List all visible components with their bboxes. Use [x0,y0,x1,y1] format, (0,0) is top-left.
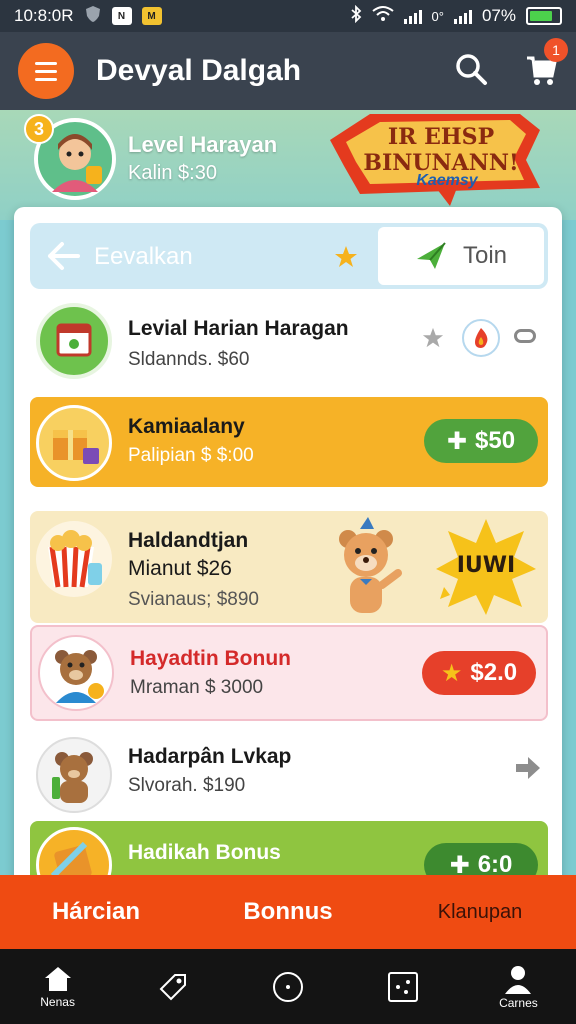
nav-home[interactable]: Nenas [0,949,115,1024]
price-label: $2.0 [470,659,518,686]
data-icon: 0° [431,8,444,24]
item-subtitle: Sldannds. $60 [128,349,250,370]
nav-dice[interactable] [346,949,461,1024]
star-icon[interactable] [334,245,358,274]
item-title: Hadarpân Lvkap [128,745,292,768]
nav-label: Nenas [40,994,75,1009]
calendar-icon [36,303,112,379]
star-icon: ★ [440,659,463,687]
search-label: Eevalkan [94,243,193,270]
join-label: Toin [462,242,508,269]
price-label: $50 [475,427,516,454]
list-item[interactable]: Levial Harian Haragan Sldannds. $60 [30,293,548,393]
tab-bonnus[interactable]: Bonnus [192,898,384,926]
list-item[interactable]: Hayadtin Bonun Mraman $ 3000 ★ $2.0 [30,625,548,721]
bluetooth-icon [350,4,362,28]
status-bar: 10:8:0R N M 0° 07% [0,0,576,32]
level-title: Level Harayan [128,132,278,157]
item-title: Haldandtjan [128,529,249,552]
fire-icon[interactable] [462,319,500,357]
signal-icon [403,8,422,24]
item-title: Hayadtin Bonun [130,647,291,670]
level-subtitle: Kalin $:30 [128,162,217,184]
bear-mascot-icon [326,515,406,619]
cart-badge: 1 [544,37,568,62]
menu-button[interactable] [18,43,74,99]
notification-chip-icon: N [111,7,132,25]
app-title: Devyal Dalgah [96,54,302,87]
shield-icon [84,5,102,28]
bear-icon [36,737,112,813]
rewards-card: Eevalkan Toin Levial Harian Haragan Slda… [14,207,562,889]
buy-button[interactable]: ★ $2.0 [422,651,536,695]
buy-button[interactable]: ✚ $50 [424,419,538,463]
tab-harcian[interactable]: Hárcian [0,898,192,926]
home-icon [44,966,71,991]
signal-icon [453,8,472,24]
level-header: 3 Level Harayan Kalin $:30 IR EHSP BINUN… [0,110,576,220]
toggle-switch[interactable] [514,329,536,343]
bottom-nav: Nenas Carnes [0,949,576,1024]
nav-circle[interactable] [230,949,345,1024]
item-subtitle: Slvorah. $190 [128,775,246,796]
promo-tag: Kaemsy [416,172,478,189]
battery-percent: 07% [481,6,516,25]
join-button[interactable]: Toin [378,227,544,285]
item-subtitle-secondary: Svianaus; $890 [128,589,259,610]
plus-icon: ✚ [446,427,468,455]
status-time: 10:8:0R [14,6,74,25]
item-subtitle: Palipian $ $:00 [128,445,254,466]
arrow-right-icon[interactable] [514,755,542,786]
dice-icon [388,971,419,1002]
star-icon[interactable] [422,327,444,354]
user-icon [505,965,532,994]
search-icon[interactable] [454,52,488,91]
bear-avatar-icon [38,635,114,711]
list-item[interactable]: Kamiaalany Palipian $ $:00 ✚ $50 [30,397,548,487]
nav-label: Carnes [499,995,538,1010]
burst-label: IUWI [456,553,516,578]
circle-icon [273,971,303,1002]
item-title: Levial Harian Haragan [128,317,349,340]
search-bar[interactable]: Eevalkan Toin [30,223,548,289]
list-item[interactable]: Hadarpân Lvkap Slvorah. $190 [30,727,548,827]
notification-chip-icon: M [141,7,162,25]
promo-line-1: IR EHSP [387,124,495,150]
promo-banner[interactable]: IR EHSP BINUNANN! Kaemsy [330,110,552,206]
item-title: Kamiaalany [128,415,245,438]
app-bar: Devyal Dalgah 1 [0,32,576,110]
level-badge: 3 [24,114,54,144]
item-title: Hadikah Bonus [128,841,281,864]
cart-button[interactable]: 1 [524,37,568,91]
popcorn-bucket-icon [36,521,112,597]
tag-icon [159,973,186,1000]
send-icon [416,242,446,269]
category-tab-bar: Hárcian Bonnus Klanupan [0,875,576,949]
list-item[interactable]: Haldandtjan Mianut $26 Svianaus; $890 IU… [30,511,548,623]
nav-profile[interactable]: Carnes [461,949,576,1024]
item-subtitle: Mianut $26 [128,557,232,580]
tab-klanupan[interactable]: Klanupan [384,901,576,924]
item-subtitle: Mraman $ 3000 [130,677,264,698]
gift-box-icon [36,405,112,481]
battery-icon [526,7,562,25]
nav-tag[interactable] [115,949,230,1024]
back-arrow-icon[interactable] [46,240,80,277]
wifi-icon [371,5,394,28]
